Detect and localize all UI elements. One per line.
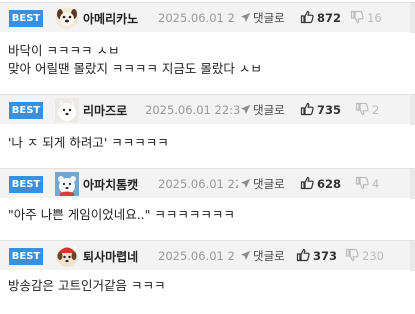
comment-text-line: "아주 나쁜 게임이었네요.." ㅋㅋㅋㅋㅋㅋㅋ bbox=[8, 207, 235, 222]
like-count: 735 bbox=[317, 103, 342, 117]
comment-date: 2025.06.01 2 bbox=[158, 11, 235, 25]
like-count: 373 bbox=[313, 249, 338, 263]
reply-button[interactable]: 댓글로 bbox=[240, 176, 285, 193]
dislike-count: 4 bbox=[372, 177, 380, 191]
dislike-button[interactable]: 230 bbox=[345, 248, 384, 265]
thumbs-up-icon bbox=[300, 102, 314, 116]
comment-text-line: '나 ㅈ 되게 하려고' ㅋㅋㅋㅋㅋ bbox=[8, 135, 169, 150]
nickname[interactable]: 아메리카노 bbox=[83, 10, 138, 27]
reply-label: 댓글로 bbox=[253, 103, 285, 117]
white-dog-avatar[interactable] bbox=[55, 98, 79, 122]
comment-header: BEST 아메리카노 2025.06.01 2 댓글로 872 16 bbox=[0, 2, 415, 33]
reply-arrow-icon bbox=[240, 12, 251, 23]
reply-button[interactable]: 댓글로 bbox=[240, 10, 285, 27]
dislike-count: 2 bbox=[372, 103, 380, 117]
like-button[interactable]: 872 bbox=[300, 10, 341, 27]
dislike-button[interactable]: 2 bbox=[355, 102, 379, 119]
dislike-count: 16 bbox=[367, 11, 382, 25]
thumbs-up-icon bbox=[300, 10, 314, 24]
comment-date: 2025.06.01 22 bbox=[158, 177, 238, 191]
nickname[interactable]: 퇴사마렵네 bbox=[83, 248, 138, 265]
best-badge: BEST bbox=[9, 248, 43, 265]
comment-header: BEST 퇴사마렵네 2025.06.01 2 댓글로 373 230 bbox=[0, 240, 415, 271]
comment-date: 2025.06.01 22:36 bbox=[145, 103, 241, 117]
bear-avatar[interactable] bbox=[55, 172, 79, 196]
thumbs-down-icon bbox=[350, 10, 364, 24]
reply-button[interactable]: 댓글로 bbox=[240, 248, 285, 265]
dislike-button[interactable]: 16 bbox=[350, 10, 382, 27]
nickname[interactable]: 아파치톰캣 bbox=[83, 176, 138, 193]
reply-arrow-icon bbox=[240, 178, 251, 189]
thumbs-down-icon bbox=[355, 176, 369, 190]
reply-arrow-icon bbox=[240, 104, 251, 115]
comment-body: 방송감은 고트인거같음 ㅋㅋㅋ bbox=[8, 277, 165, 295]
nickname[interactable]: 리마즈로 bbox=[83, 102, 127, 119]
comment-text-line: 방송감은 고트인거같음 ㅋㅋㅋ bbox=[8, 278, 166, 293]
thumbs-up-icon bbox=[300, 176, 314, 190]
like-button[interactable]: 373 bbox=[296, 248, 337, 265]
comment-header: BEST 아파치톰캣 2025.06.01 22 댓글로 628 4 bbox=[0, 168, 415, 199]
comment-item: BEST 아파치톰캣 2025.06.01 22 댓글로 628 4 "아주 나… bbox=[0, 168, 415, 242]
reply-label: 댓글로 bbox=[253, 249, 285, 263]
dislike-button[interactable]: 4 bbox=[355, 176, 379, 193]
reply-label: 댓글로 bbox=[253, 177, 285, 191]
like-button[interactable]: 628 bbox=[300, 176, 341, 193]
divider bbox=[410, 3, 415, 33]
comment-body: '나 ㅈ 되게 하려고' ㅋㅋㅋㅋㅋ bbox=[8, 134, 169, 152]
comment-body: "아주 나쁜 게임이었네요.." ㅋㅋㅋㅋㅋㅋㅋ bbox=[8, 206, 235, 224]
dislike-count: 230 bbox=[362, 249, 384, 263]
thumbs-up-icon bbox=[296, 248, 310, 262]
divider bbox=[410, 241, 415, 271]
dog-santa-avatar[interactable] bbox=[55, 244, 79, 268]
comment-item: BEST 리마즈로 2025.06.01 22:36 댓글로 735 2 '나 … bbox=[0, 94, 415, 168]
like-count: 628 bbox=[317, 177, 342, 191]
divider bbox=[410, 95, 415, 125]
comment-item: BEST 아메리카노 2025.06.01 2 댓글로 872 16 바닥이 ㅋ… bbox=[0, 2, 415, 90]
thumbs-down-icon bbox=[345, 248, 359, 262]
like-button[interactable]: 735 bbox=[300, 102, 341, 119]
comment-item: BEST 퇴사마렵네 2025.06.01 2 댓글로 373 230 방송감은… bbox=[0, 240, 415, 314]
comment-body: 바닥이 ㅋㅋㅋㅋ ㅅㅂ 맞아 어릴땐 몰랐지 ㅋㅋㅋㅋ 지금도 몰랐다 ㅅㅂ bbox=[8, 42, 262, 78]
reply-button[interactable]: 댓글로 bbox=[240, 102, 285, 119]
best-badge: BEST bbox=[9, 10, 43, 27]
comment-header: BEST 리마즈로 2025.06.01 22:36 댓글로 735 2 bbox=[0, 94, 415, 125]
best-badge: BEST bbox=[9, 102, 43, 119]
thumbs-down-icon bbox=[355, 102, 369, 116]
dog-avatar[interactable] bbox=[55, 6, 79, 30]
divider bbox=[410, 169, 415, 199]
best-badge: BEST bbox=[9, 176, 43, 193]
comment-list: BEST 아메리카노 2025.06.01 2 댓글로 872 16 바닥이 ㅋ… bbox=[0, 0, 415, 314]
comment-text-line: 맞아 어릴땐 몰랐지 ㅋㅋㅋㅋ 지금도 몰랐다 ㅅㅂ bbox=[8, 61, 262, 76]
like-count: 872 bbox=[317, 11, 342, 25]
reply-arrow-icon bbox=[240, 250, 251, 261]
comment-text-line: 바닥이 ㅋㅋㅋㅋ ㅅㅂ bbox=[8, 43, 120, 58]
reply-label: 댓글로 bbox=[253, 11, 285, 25]
comment-date: 2025.06.01 2 bbox=[158, 249, 235, 263]
